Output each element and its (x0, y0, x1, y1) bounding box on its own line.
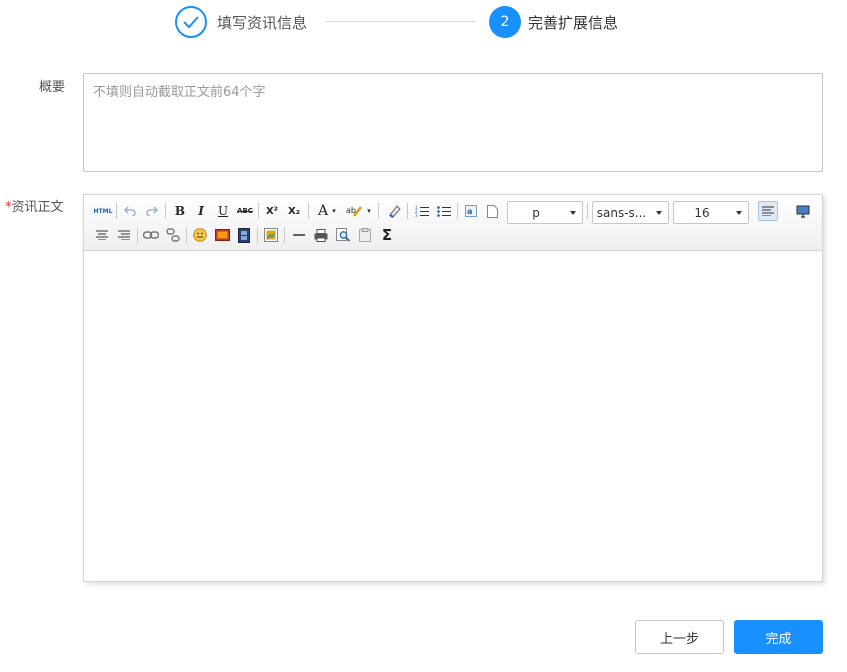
font-family-select-value: sans-s... (596, 206, 647, 220)
rich-text-editor: HTML B I U ABC X² X₂ A ▾ ab ▾ 123 a p sa… (83, 194, 823, 582)
font-size-select-value: 16 (694, 206, 710, 220)
align-center-icon[interactable] (92, 225, 112, 245)
font-family-dropdown-icon (656, 211, 662, 215)
toolbar-separator (257, 227, 258, 243)
content-label-text: 资讯正文 (11, 200, 64, 215)
preview-icon[interactable] (333, 225, 353, 245)
insert-image-icon[interactable] (261, 225, 281, 245)
ordered-list-icon[interactable]: 123 (412, 201, 432, 221)
toolbar-separator (308, 203, 309, 219)
toolbar-separator (284, 227, 285, 243)
paste-icon[interactable] (355, 225, 375, 245)
toolbar-separator (258, 203, 259, 219)
toolbar-separator (407, 203, 408, 219)
page-break-icon[interactable] (482, 201, 502, 221)
html-source-button[interactable]: HTML (92, 201, 114, 221)
image-icon[interactable] (212, 225, 232, 245)
content-label: *资讯正文 (5, 196, 64, 215)
toolbar-separator (587, 203, 588, 219)
italic-button[interactable]: I (191, 201, 211, 221)
anchor-icon[interactable]: a (461, 201, 481, 221)
toolbar-separator (457, 203, 458, 219)
emoticon-icon[interactable] (190, 225, 210, 245)
prev-step-button[interactable]: 上一步 (635, 620, 724, 654)
step1-check-icon (175, 6, 207, 38)
print-icon[interactable] (311, 225, 331, 245)
steps-indicator: 填写资讯信息 2 完善扩展信息 (175, 5, 635, 39)
video-icon[interactable] (234, 225, 254, 245)
step-connector (326, 21, 476, 22)
align-right-icon[interactable] (114, 225, 134, 245)
font-size-dropdown-icon (736, 211, 742, 215)
redo-icon[interactable] (142, 201, 162, 221)
underline-button[interactable]: U (213, 201, 233, 221)
svg-text:a: a (467, 207, 472, 216)
bold-button[interactable]: B (170, 201, 190, 221)
font-color-dropdown-icon[interactable]: ▾ (329, 201, 339, 221)
step2-label: 完善扩展信息 (528, 14, 619, 32)
link-icon[interactable] (141, 225, 161, 245)
unlink-icon[interactable] (163, 225, 183, 245)
highlight-dropdown-icon[interactable]: ▾ (364, 201, 374, 221)
paragraph-dropdown-icon (570, 211, 576, 215)
html-source-label: HTML (93, 207, 113, 215)
superscript-button[interactable]: X² (262, 201, 282, 221)
toolbar-separator (165, 203, 166, 219)
editor-toolbar: HTML B I U ABC X² X₂ A ▾ ab ▾ 123 a p sa… (84, 195, 822, 251)
paragraph-select[interactable]: p (507, 201, 583, 224)
done-button[interactable]: 完成 (734, 620, 823, 654)
toolbar-separator (137, 227, 138, 243)
font-family-select[interactable]: sans-s... (592, 201, 669, 224)
eraser-icon[interactable] (384, 201, 404, 221)
undo-icon[interactable] (120, 201, 140, 221)
align-justify-icon[interactable] (758, 201, 778, 221)
svg-text:3: 3 (415, 213, 418, 217)
font-size-select[interactable]: 16 (673, 201, 749, 224)
toolbar-separator (378, 203, 379, 219)
paragraph-select-value: p (532, 206, 540, 220)
formula-button[interactable]: Σ (377, 225, 397, 245)
highlight-icon[interactable]: ab (344, 201, 364, 221)
toolbar-separator (116, 203, 117, 219)
horizontal-rule-icon[interactable] (289, 225, 309, 245)
strikethrough-button[interactable]: ABC (235, 201, 255, 221)
toolbar-separator (186, 227, 187, 243)
subscript-button[interactable]: X₂ (284, 201, 304, 221)
unordered-list-icon[interactable] (434, 201, 454, 221)
summary-input[interactable] (83, 73, 823, 172)
step2-number: 2 (489, 6, 521, 38)
editor-content-area[interactable] (84, 252, 822, 581)
summary-label: 概要 (39, 80, 66, 95)
step1-label: 填写资讯信息 (217, 14, 308, 32)
fullscreen-icon[interactable] (793, 201, 813, 221)
